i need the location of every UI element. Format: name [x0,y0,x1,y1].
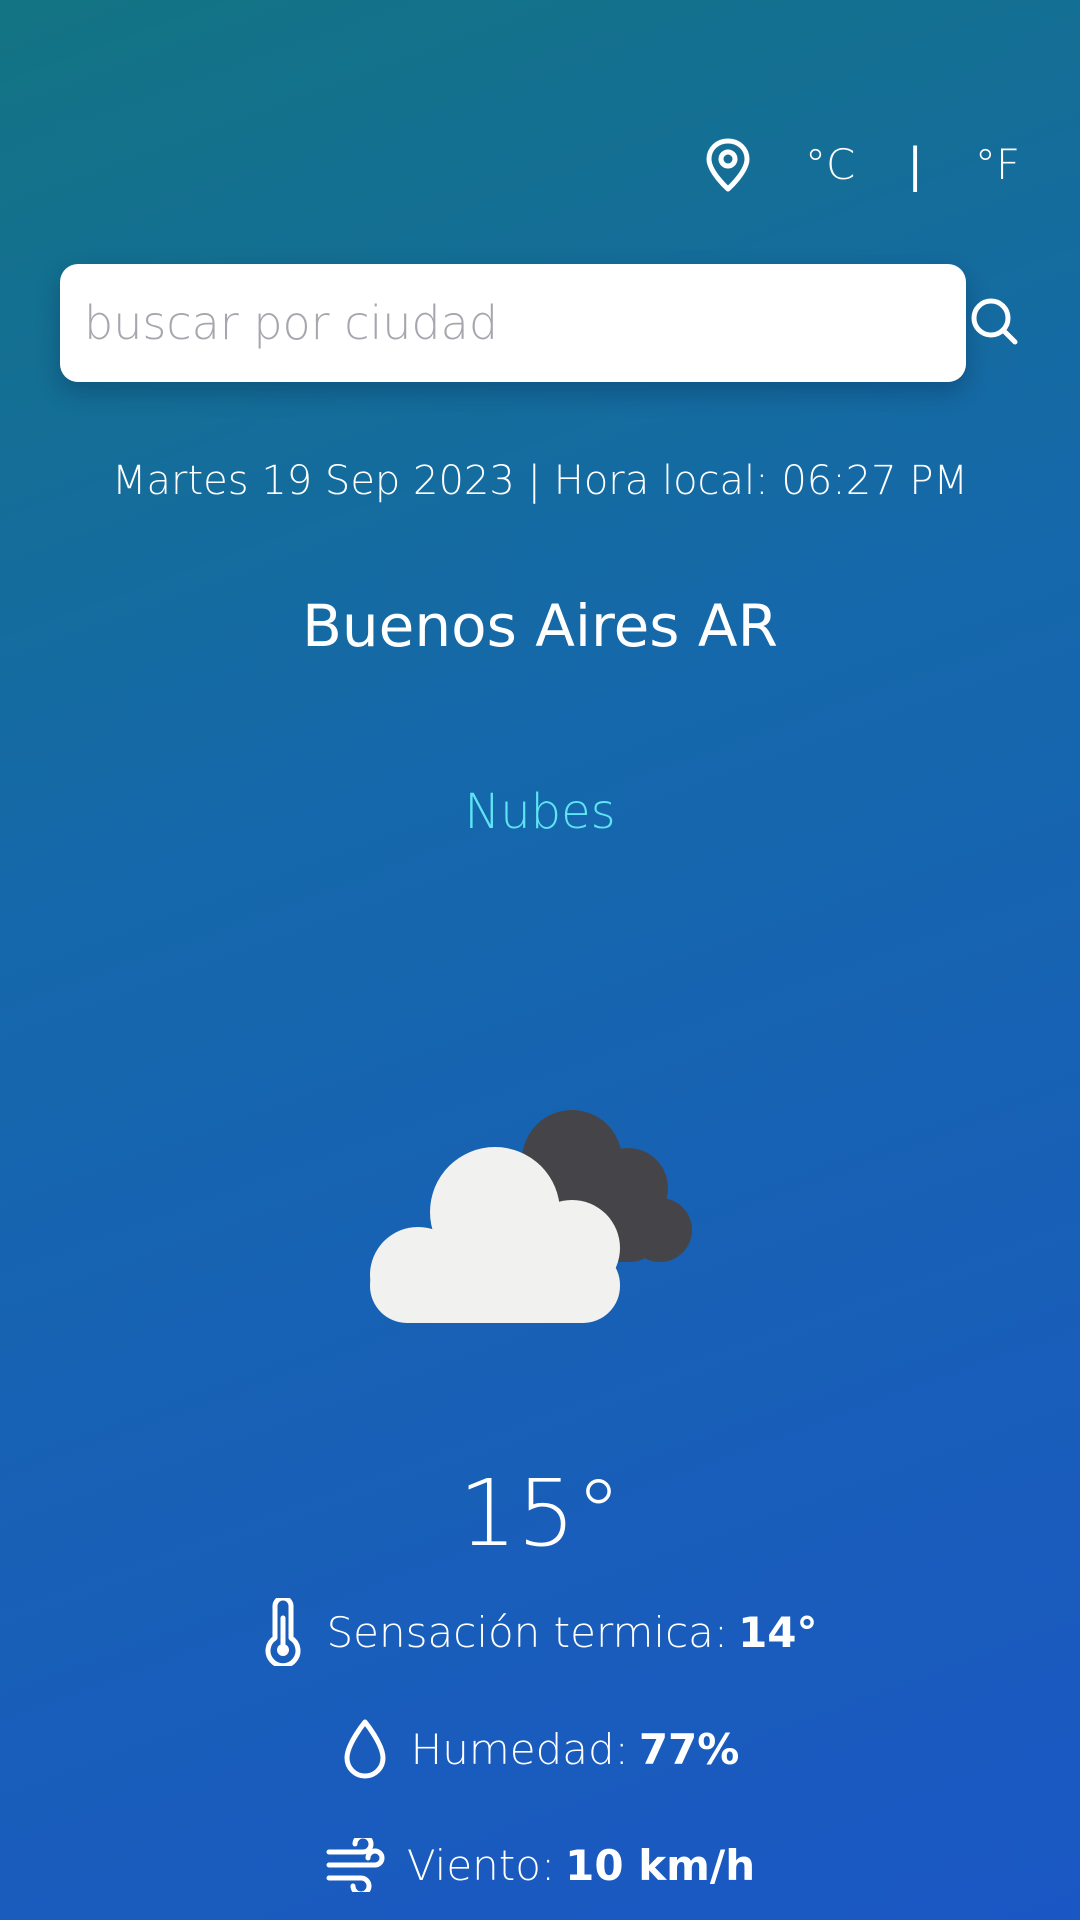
map-pin-icon[interactable] [703,137,753,193]
unit-celsius-button[interactable]: °C [805,144,855,186]
cloudy-icon [370,1110,692,1323]
search-input[interactable] [60,264,966,382]
humidity-row: Humedad: 77% [0,1718,1080,1780]
thermometer-icon [266,1598,301,1666]
weather-condition: Nubes [464,784,616,840]
humidity-value: 77% [638,1724,740,1774]
local-date-time: Martes 19 Sep 2023 | Hora local: 06:27 P… [112,458,968,504]
wind-value: 10 km/h [565,1840,756,1890]
feels-like-value: 14° [738,1607,818,1657]
current-temperature: 15° [458,1460,622,1567]
wind-icon [326,1838,385,1892]
humidity-label: Humedad: [410,1724,629,1774]
search-icon[interactable] [965,292,1025,352]
feels-like-row: Sensación termica: 14° [0,1598,1080,1666]
wind-row: Viento: 10 km/h [0,1838,1080,1892]
city-name: Buenos Aires AR [302,592,778,660]
water-drop-icon [344,1719,386,1779]
unit-fahrenheit-button[interactable]: °F [975,144,1020,186]
header-bar: °C | °F [703,130,1020,200]
search-row [60,264,1020,382]
wind-label: Viento: [406,1840,556,1890]
feels-like-label: Sensación termica: [326,1607,729,1657]
unit-separator: | [907,138,923,192]
